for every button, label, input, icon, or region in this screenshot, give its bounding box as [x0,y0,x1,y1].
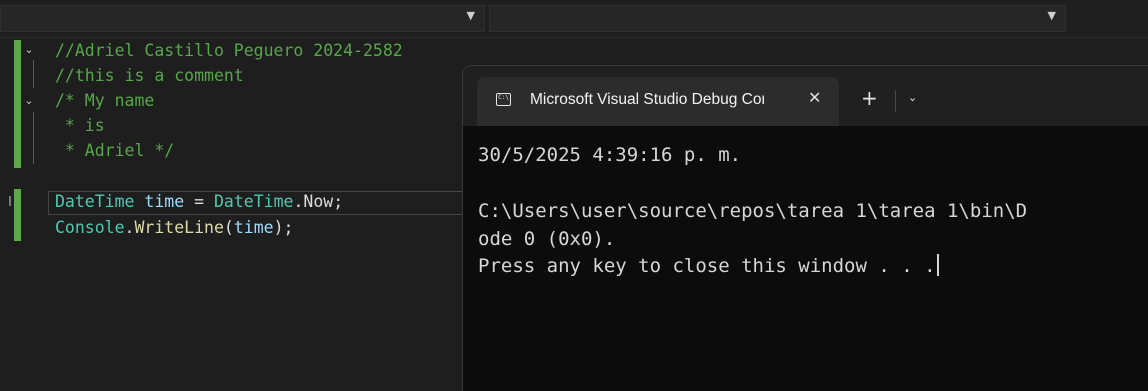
code-line[interactable]: * Adriel */ [55,138,174,163]
caret-down-icon[interactable]: ▼ [1048,9,1056,22]
change-indicator [14,40,21,168]
code-token: ); [273,218,294,237]
change-indicator [14,189,21,241]
code-token: ; [333,192,344,211]
console-icon: C:\ [496,93,511,106]
code-token: /* My name [55,91,155,110]
tab-separator [895,90,896,112]
plus-icon[interactable]: + [861,88,878,108]
code-token: time [233,218,274,237]
code-line[interactable]: DateTime time = DateTime.Now; [55,189,343,214]
code-line[interactable]: Console.WriteLine(time); [55,215,293,240]
tab-strip: C:\ Microsoft Visual Studio Debug Consol… [463,66,1148,126]
code-token: //Adriel Castillo Peguero 2024-2582 [55,41,403,60]
type-scope-dropdown[interactable]: ▼ [0,5,485,32]
code-token: = [184,192,214,211]
code-token: time [144,192,185,211]
code-token: Console [55,218,125,237]
console-line-text: Press any key to close this window . . . [478,255,936,277]
fold-guide [33,60,34,88]
code-token: . [293,192,304,211]
code-line[interactable]: /* My name [55,88,154,113]
editor-navigation-bar: ▼ ▼ [0,0,1148,38]
text-cursor [936,254,939,276]
chevron-down-icon[interactable]: ⌄ [22,43,36,57]
code-token: DateTime [55,192,135,211]
code-token: ( [223,218,234,237]
code-line[interactable]: //this is a comment [55,63,244,88]
code-token: WriteLine [134,218,224,237]
margin-marker [9,196,11,206]
code-token: //this is a comment [55,66,244,85]
code-token: * is [55,116,105,135]
fold-guide [33,112,34,164]
console-line: Press any key to close this window . . . [478,252,939,280]
member-scope-dropdown[interactable]: ▼ [489,5,1066,32]
tab-debug-console[interactable]: C:\ Microsoft Visual Studio Debug Consol… [477,77,839,126]
console-output[interactable]: 30/5/2025 4:39:16 p. m. C:\Users\user\so… [463,126,1148,391]
code-token: Now [303,192,334,211]
close-icon[interactable]: ✕ [808,88,821,107]
chevron-down-icon[interactable]: ⌄ [908,91,917,104]
chevron-down-icon[interactable]: ⌄ [22,94,36,108]
console-line: ode 0 (0x0). [478,228,616,250]
caret-down-icon[interactable]: ▼ [467,9,475,22]
code-line[interactable]: //Adriel Castillo Peguero 2024-2582 [55,38,403,63]
code-token: . [124,218,135,237]
code-token: * Adriel */ [55,141,175,160]
console-line: C:\Users\user\source\repos\tarea 1\tarea… [478,200,1028,222]
console-line: 30/5/2025 4:39:16 p. m. [478,144,742,166]
code-token: DateTime [213,192,294,211]
code-line[interactable]: * is [55,113,105,138]
debug-console-window[interactable]: C:\ Microsoft Visual Studio Debug Consol… [463,66,1148,391]
tab-title: Microsoft Visual Studio Debug Console [530,91,764,108]
